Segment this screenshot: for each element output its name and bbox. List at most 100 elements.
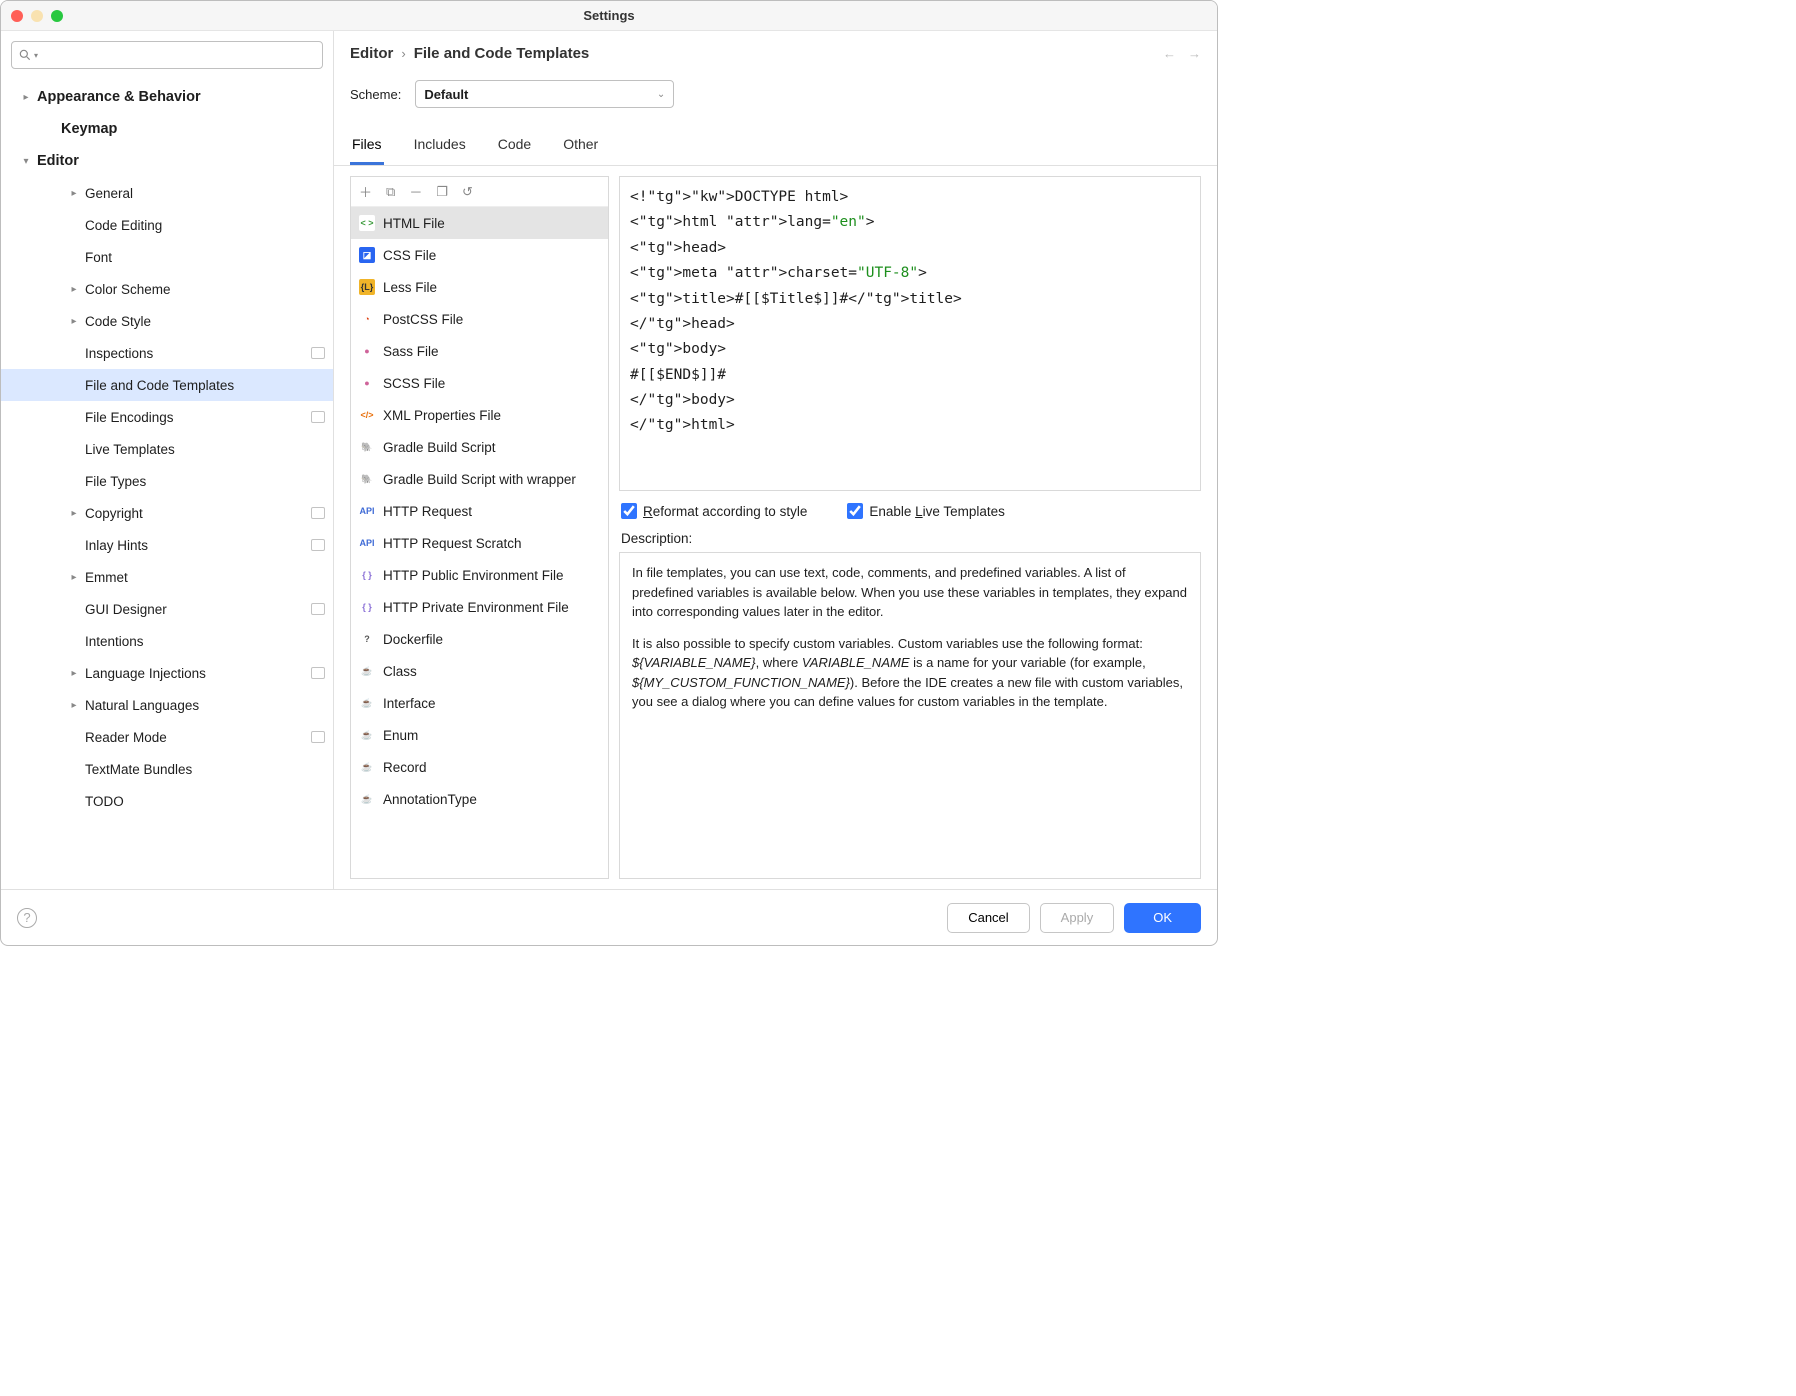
live-templates-checkbox[interactable]: Enable Live Templates [847,503,1005,519]
project-level-icon [311,347,325,359]
reformat-checkbox-label: Reformat according to style [643,504,807,519]
template-item-http-public-environment-file[interactable]: { }HTTP Public Environment File [351,559,608,591]
breadcrumb-current: File and Code Templates [414,45,590,62]
sidebar-item-editor[interactable]: ▾Editor [1,145,333,177]
sidebar-item-textmate-bundles[interactable]: TextMate Bundles [1,753,333,785]
sidebar-item-general[interactable]: ▸General [1,177,333,209]
description-box: In file templates, you can use text, cod… [619,552,1201,879]
duplicate-template-icon[interactable]: ❐ [436,184,448,200]
sidebar-item-inspections[interactable]: Inspections [1,337,333,369]
api-file-icon: API [359,535,375,551]
template-item-annotationtype[interactable]: ☕AnnotationType [351,783,608,815]
sidebar-item-color-scheme[interactable]: ▸Color Scheme [1,273,333,305]
java-file-icon: ☕ [359,759,375,775]
css-file-icon: ◪ [359,247,375,263]
remove-template-icon[interactable]: － [409,182,422,201]
sidebar-item-natural-languages[interactable]: ▸Natural Languages [1,689,333,721]
template-item-record[interactable]: ☕Record [351,751,608,783]
copy-template-icon[interactable]: ⧉ [386,184,395,200]
chevron-down-icon: ⌄ [657,89,665,100]
template-code-editor[interactable]: <!"tg">"kw">DOCTYPE html><"tg">html "att… [619,176,1201,491]
sidebar-item-inlay-hints[interactable]: Inlay Hints [1,529,333,561]
cancel-button[interactable]: Cancel [947,903,1029,933]
template-list-panel: ＋ ⧉ － ❐ ↺ < >HTML File◪CSS File{L}Less F… [350,176,609,879]
template-item-http-private-environment-file[interactable]: { }HTTP Private Environment File [351,591,608,623]
html-file-icon: < > [359,215,375,231]
less-file-icon: {L} [359,279,375,295]
sidebar-item-code-style[interactable]: ▸Code Style [1,305,333,337]
project-level-icon [311,603,325,615]
template-item-scss-file[interactable]: ●SCSS File [351,367,608,399]
xml-file-icon: </> [359,407,375,423]
tab-code[interactable]: Code [496,128,533,165]
sidebar-item-file-types[interactable]: File Types [1,465,333,497]
nav-back-icon[interactable]: ← [1163,46,1176,61]
template-item-gradle-build-script-with-wrapper[interactable]: 🐘Gradle Build Script with wrapper [351,463,608,495]
sass-file-icon: ● [359,343,375,359]
settings-sidebar: ▾ ▸Appearance & BehaviorKeymap▾Editor▸Ge… [1,31,334,889]
search-dropdown-icon: ▾ [34,51,38,60]
undo-icon[interactable]: ↺ [462,184,473,200]
live-templates-checkbox-label: Enable Live Templates [869,504,1005,519]
api-file-icon: API [359,503,375,519]
search-input[interactable]: ▾ [11,41,323,69]
template-item-less-file[interactable]: {L}Less File [351,271,608,303]
template-toolbar: ＋ ⧉ － ❐ ↺ [351,177,608,207]
sidebar-item-language-injections[interactable]: ▸Language Injections [1,657,333,689]
apply-button[interactable]: Apply [1040,903,1115,933]
scheme-value: Default [424,87,468,102]
sidebar-item-keymap[interactable]: Keymap [1,113,333,145]
breadcrumb: Editor › File and Code Templates ← → [334,31,1217,72]
sidebar-item-todo[interactable]: TODO [1,785,333,817]
help-button[interactable]: ? [17,908,37,928]
template-list[interactable]: < >HTML File◪CSS File{L}Less File◔PostCS… [351,207,608,878]
sidebar-item-gui-designer[interactable]: GUI Designer [1,593,333,625]
template-item-enum[interactable]: ☕Enum [351,719,608,751]
reformat-checkbox-input[interactable] [621,503,637,519]
breadcrumb-separator: › [401,46,405,61]
project-level-icon [311,507,325,519]
template-item-http-request-scratch[interactable]: APIHTTP Request Scratch [351,527,608,559]
tab-files[interactable]: Files [350,128,384,165]
tab-other[interactable]: Other [561,128,600,165]
live-templates-checkbox-input[interactable] [847,503,863,519]
java-file-icon: ☕ [359,663,375,679]
sidebar-item-emmet[interactable]: ▸Emmet [1,561,333,593]
template-item-interface[interactable]: ☕Interface [351,687,608,719]
sidebar-item-intentions[interactable]: Intentions [1,625,333,657]
sidebar-item-copyright[interactable]: ▸Copyright [1,497,333,529]
java-file-icon: ☕ [359,695,375,711]
scheme-label: Scheme: [350,87,401,102]
template-item-postcss-file[interactable]: ◔PostCSS File [351,303,608,335]
add-template-icon[interactable]: ＋ [359,182,372,201]
tab-includes[interactable]: Includes [412,128,468,165]
project-level-icon [311,731,325,743]
project-level-icon [311,411,325,423]
template-item-sass-file[interactable]: ●Sass File [351,335,608,367]
sidebar-item-font[interactable]: Font [1,241,333,273]
sidebar-item-file-and-code-templates[interactable]: File and Code Templates [1,369,333,401]
project-level-icon [311,539,325,551]
java-file-icon: ☕ [359,791,375,807]
sidebar-item-file-encodings[interactable]: File Encodings [1,401,333,433]
sidebar-item-live-templates[interactable]: Live Templates [1,433,333,465]
template-item-http-request[interactable]: APIHTTP Request [351,495,608,527]
scss-file-icon: ● [359,375,375,391]
nav-forward-icon[interactable]: → [1188,46,1201,61]
template-item-dockerfile[interactable]: ?Dockerfile [351,623,608,655]
sidebar-item-code-editing[interactable]: Code Editing [1,209,333,241]
sidebar-item-appearance-behavior[interactable]: ▸Appearance & Behavior [1,81,333,113]
template-item-class[interactable]: ☕Class [351,655,608,687]
template-item-xml-properties-file[interactable]: </>XML Properties File [351,399,608,431]
ok-button[interactable]: OK [1124,903,1201,933]
scheme-select[interactable]: Default ⌄ [415,80,674,108]
project-level-icon [311,667,325,679]
template-item-gradle-build-script[interactable]: 🐘Gradle Build Script [351,431,608,463]
reformat-checkbox[interactable]: Reformat according to style [621,503,807,519]
templates-tabs: Files Includes Code Other [334,128,1217,166]
template-item-css-file[interactable]: ◪CSS File [351,239,608,271]
window-title: Settings [1,8,1217,23]
settings-tree[interactable]: ▸Appearance & BehaviorKeymap▾Editor▸Gene… [1,77,333,889]
template-item-html-file[interactable]: < >HTML File [351,207,608,239]
sidebar-item-reader-mode[interactable]: Reader Mode [1,721,333,753]
